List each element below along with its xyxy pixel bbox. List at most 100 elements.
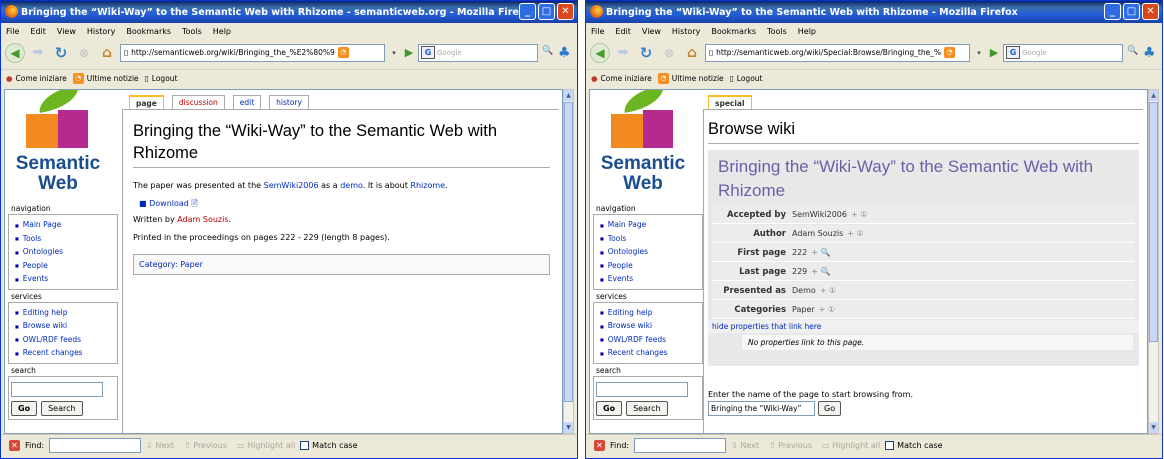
service-recent-changes[interactable]: Recent changes [15, 346, 117, 360]
go-icon[interactable]: ▶ [403, 45, 415, 61]
property-accepted-by[interactable]: Accepted by [712, 210, 792, 220]
tab-history[interactable]: history [269, 95, 309, 109]
nav-item-events[interactable]: Events [600, 272, 702, 286]
home-button[interactable]: ⌂ [97, 43, 117, 63]
search-go-button[interactable]: Go [11, 400, 38, 416]
menu-tools[interactable]: Tools [767, 27, 787, 36]
menu-help[interactable]: Help [213, 27, 231, 36]
browse-page-input[interactable]: Bringing the “Wiki-Way” [708, 401, 815, 416]
value-semwiki2006[interactable]: SemWiki2006 [792, 210, 847, 219]
fact-subject[interactable]: Bringing the “Wiki-Way” to the Semantic … [708, 152, 1139, 205]
nav-item-people[interactable]: People [600, 259, 702, 273]
back-button[interactable]: ◀ [5, 42, 25, 63]
service-recent-changes[interactable]: Recent changes [600, 346, 702, 360]
scroll-down-icon[interactable]: ▼ [1149, 422, 1158, 433]
browse-icon[interactable]: + ① [851, 210, 867, 219]
nav-item-ontologies[interactable]: Ontologies [15, 245, 117, 259]
minimize-button[interactable]: _ [1104, 3, 1121, 20]
maximize-button[interactable]: □ [538, 3, 555, 20]
tab-edit[interactable]: edit [232, 95, 262, 109]
reload-button[interactable]: ↻ [51, 43, 71, 63]
stop-button[interactable]: ⊗ [659, 43, 679, 63]
menu-view[interactable]: View [642, 27, 661, 36]
maximize-button[interactable]: □ [1123, 3, 1140, 20]
search-value-icon[interactable]: + 🔍 [811, 248, 830, 257]
semantic-web-logo[interactable]: Semantic Web [593, 90, 703, 202]
menu-view[interactable]: View [57, 27, 76, 36]
search-icon[interactable]: 🔍 [1126, 46, 1140, 60]
web-search-box[interactable]: G Google [418, 43, 538, 62]
browse-icon[interactable]: + ① [847, 229, 863, 238]
nav-item-main-page[interactable]: Main Page [600, 218, 702, 232]
value-demo[interactable]: Demo [792, 286, 816, 295]
tab-special[interactable]: special [708, 95, 752, 109]
vertical-scrollbar[interactable]: ▲ ▼ [1148, 89, 1159, 434]
bookmark-logout[interactable]: ▯ Logout [145, 74, 178, 83]
vertical-scrollbar[interactable]: ▲ ▼ [563, 89, 574, 434]
forward-button[interactable]: ➡ [613, 43, 633, 63]
back-button[interactable]: ◀ [590, 42, 610, 63]
google-icon[interactable]: G [421, 46, 435, 59]
highlight-all-button[interactable]: ▭ Highlight all [237, 441, 295, 450]
rss-icon[interactable]: ◔ [944, 47, 956, 58]
property-first-page[interactable]: First page [712, 248, 792, 258]
bookmark-ultime-notizie[interactable]: ◔ Ultime notizie [657, 73, 724, 84]
addon-icon[interactable]: ♣ [1143, 45, 1156, 61]
url-bar[interactable]: ▯ http://semanticweb.org/wiki/Special:Br… [705, 43, 970, 62]
stop-button[interactable]: ⊗ [74, 43, 94, 63]
scroll-up-icon[interactable]: ▲ [564, 90, 573, 101]
go-icon[interactable]: ▶ [988, 45, 1000, 61]
find-previous-button[interactable]: ⇧ Previous [184, 441, 227, 450]
link-semwiki2006[interactable]: SemWiki2006 [264, 181, 319, 190]
scroll-thumb[interactable] [1149, 102, 1158, 342]
highlight-all-button[interactable]: ▭ Highlight all [822, 441, 880, 450]
google-icon[interactable]: G [1006, 46, 1020, 59]
url-dropdown-icon[interactable]: ▾ [973, 45, 985, 61]
value-adam-souzis[interactable]: Adam Souzis [792, 229, 843, 238]
browse-go-button[interactable]: Go [818, 401, 842, 416]
service-owl-rdf-feeds[interactable]: OWL/RDF feeds [600, 333, 702, 347]
url-bar[interactable]: ▯ http://semanticweb.org/wiki/Bringing_t… [120, 43, 385, 62]
nav-item-main-page[interactable]: Main Page [15, 218, 117, 232]
value-paper[interactable]: Paper [792, 305, 815, 314]
service-browse-wiki[interactable]: Browse wiki [15, 319, 117, 333]
menu-help[interactable]: Help [798, 27, 816, 36]
nav-item-ontologies[interactable]: Ontologies [600, 245, 702, 259]
nav-item-people[interactable]: People [15, 259, 117, 273]
menu-tools[interactable]: Tools [182, 27, 202, 36]
bookmark-come-iniziare[interactable]: ● Come iniziare [6, 74, 67, 83]
browse-icon[interactable]: + ① [819, 305, 835, 314]
download-item[interactable]: ■ Download 🗎 [133, 196, 550, 212]
tab-page[interactable]: page [129, 95, 164, 109]
close-button[interactable]: ✕ [1142, 3, 1159, 20]
menu-edit[interactable]: Edit [30, 27, 46, 36]
find-close-icon[interactable]: ✕ [9, 440, 20, 451]
bookmark-come-iniziare[interactable]: ● Come iniziare [591, 74, 652, 83]
bookmark-ultime-notizie[interactable]: ◔ Ultime notizie [72, 73, 139, 84]
find-previous-button[interactable]: ⇧ Previous [769, 441, 812, 450]
menu-file[interactable]: File [591, 27, 604, 36]
match-case-checkbox[interactable]: Match case [300, 441, 358, 450]
reload-button[interactable]: ↻ [636, 43, 656, 63]
close-button[interactable]: ✕ [557, 3, 574, 20]
bookmark-logout[interactable]: ▯ Logout [730, 74, 763, 83]
search-value-icon[interactable]: + 🔍 [811, 267, 830, 276]
scroll-thumb[interactable] [564, 102, 573, 402]
link-demo[interactable]: demo [340, 181, 363, 190]
property-categories[interactable]: Categories [712, 305, 792, 315]
menu-history[interactable]: History [672, 27, 700, 36]
menu-file[interactable]: File [6, 27, 19, 36]
wiki-search-input[interactable] [596, 381, 688, 397]
minimize-button[interactable]: _ [519, 3, 536, 20]
scroll-down-icon[interactable]: ▼ [564, 422, 573, 433]
find-next-button[interactable]: ⇩ Next [146, 441, 174, 450]
property-last-page[interactable]: Last page [712, 267, 792, 277]
service-editing-help[interactable]: Editing help [15, 306, 117, 320]
forward-button[interactable]: ➡ [28, 43, 48, 63]
hide-properties-link[interactable]: hide properties that link here [708, 320, 1139, 333]
category-link[interactable]: Category: Paper [139, 260, 203, 269]
find-close-icon[interactable]: ✕ [594, 440, 605, 451]
url-dropdown-icon[interactable]: ▾ [388, 45, 400, 61]
scroll-up-icon[interactable]: ▲ [1149, 90, 1158, 101]
service-editing-help[interactable]: Editing help [600, 306, 702, 320]
